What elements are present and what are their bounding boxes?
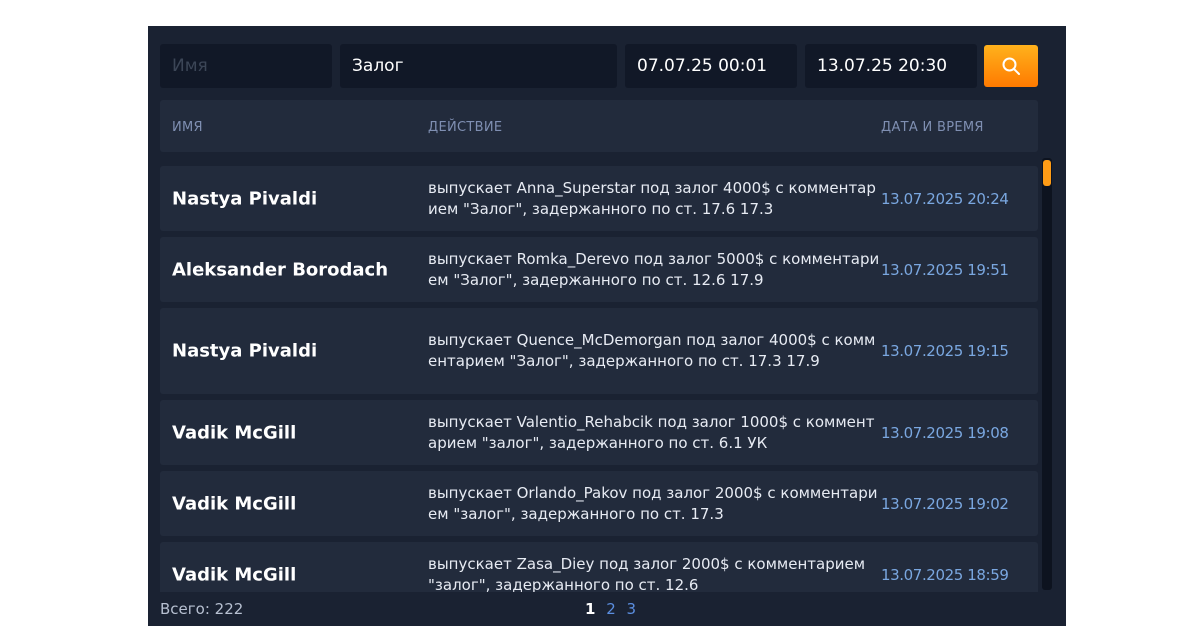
table-footer: Всего: 222 1 2 3 (148, 592, 1066, 626)
date-to-input[interactable] (805, 44, 977, 88)
row-action: выпускает Orlando_Pakov под залог 2000$ … (428, 483, 878, 523)
row-datetime: 13.07.2025 18:59 (881, 565, 1009, 584)
table-body: Nastya Pivaldi выпускает Anna_Superstar … (160, 166, 1038, 613)
row-name: Nastya Pivaldi (172, 340, 318, 362)
pagination: 1 2 3 (582, 600, 639, 618)
date-from-input[interactable] (625, 44, 797, 88)
row-action: выпускает Zasa_Diey под залог 2000$ с ко… (428, 554, 866, 594)
table-row: Nastya Pivaldi выпускает Anna_Superstar … (160, 166, 1038, 231)
action-filter-input[interactable] (340, 44, 617, 88)
row-datetime: 13.07.2025 20:24 (881, 189, 1009, 208)
column-header-datetime: ДАТА И ВРЕМЯ (881, 120, 984, 135)
page-link-1[interactable]: 1 (585, 600, 595, 618)
table-row: Vadik McGill выпускает Valentio_Rehabcik… (160, 400, 1038, 465)
row-name: Aleksander Borodach (172, 259, 389, 280)
row-action: выпускает Valentio_Rehabcik под залог 10… (428, 412, 875, 452)
column-header-name: ИМЯ (172, 120, 203, 135)
row-datetime: 13.07.2025 19:02 (881, 494, 1009, 513)
row-datetime: 13.07.2025 19:08 (881, 423, 1009, 442)
total-count: Всего: 222 (160, 600, 244, 618)
search-icon (1001, 56, 1021, 76)
table-row: Vadik McGill выпускает Orlando_Pakov под… (160, 471, 1038, 536)
scrollbar[interactable] (1042, 158, 1052, 590)
row-action: выпускает Romka_Derevo под залог 5000$ с… (428, 249, 880, 289)
page-link-2[interactable]: 2 (606, 600, 616, 618)
row-name: Vadik McGill (172, 493, 297, 514)
row-name: Vadik McGill (172, 422, 297, 443)
table-row: Aleksander Borodach выпускает Romka_Dere… (160, 237, 1038, 302)
search-button[interactable] (984, 45, 1038, 87)
scrollbar-thumb[interactable] (1043, 160, 1051, 186)
row-action: выпускает Anna_Superstar под залог 4000$… (428, 178, 876, 218)
table-row: Nastya Pivaldi выпускает Quence_McDemorg… (160, 308, 1038, 394)
name-filter-input[interactable] (160, 44, 332, 88)
table-header: ИМЯ ДЕЙСТВИЕ ДАТА И ВРЕМЯ (160, 100, 1038, 152)
row-name: Nastya Pivaldi (172, 188, 318, 209)
row-datetime: 13.07.2025 19:15 (881, 342, 1009, 360)
row-action: выпускает Quence_McDemorgan под залог 40… (428, 331, 876, 370)
row-datetime: 13.07.2025 19:51 (881, 260, 1009, 279)
column-header-action: ДЕЙСТВИЕ (428, 120, 503, 135)
row-name: Vadik McGill (172, 564, 297, 585)
log-panel: ИМЯ ДЕЙСТВИЕ ДАТА И ВРЕМЯ Nastya Pivaldi… (148, 26, 1066, 626)
page-link-3[interactable]: 3 (627, 600, 637, 618)
